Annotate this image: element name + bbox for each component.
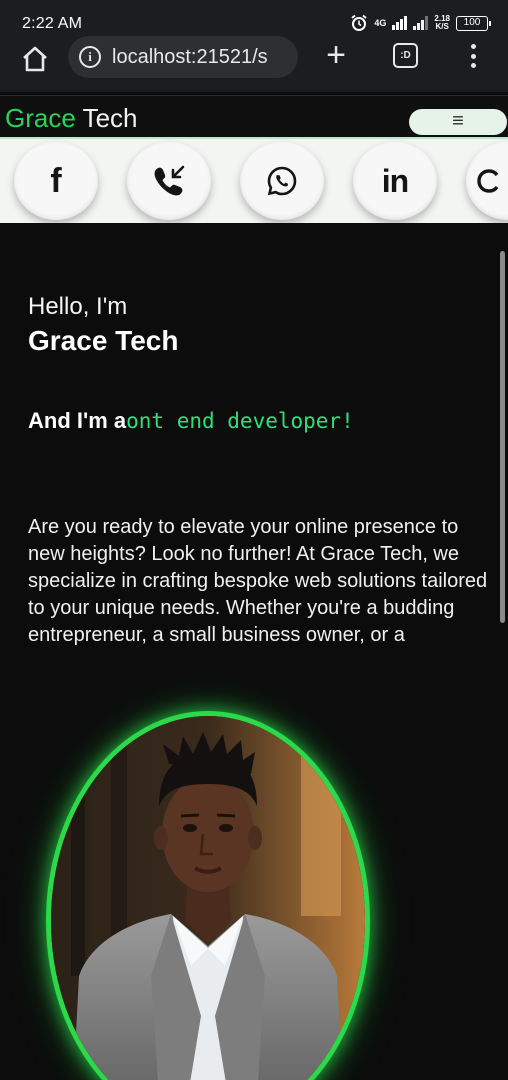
address-bar[interactable]: i localhost:21521/s [68, 36, 298, 78]
browser-toolbar: i localhost:21521/s + :D [0, 36, 508, 92]
brand-first: Grace [5, 103, 76, 133]
status-indicators: 4G 2.18 K/S 100 [350, 14, 491, 32]
network-type: 4G [374, 17, 387, 28]
phone-screen: 2:22 AM 4G 2.18 K/S 100 i localhost:21521… [0, 0, 508, 1080]
site-header: Grace Tech ≡ [0, 95, 508, 137]
facebook-link[interactable]: f [14, 142, 98, 220]
social-links: f in [0, 137, 508, 223]
github-link[interactable] [466, 142, 508, 220]
url-text[interactable]: localhost:21521/s [112, 46, 268, 69]
phone-icon [154, 165, 185, 196]
facebook-icon: f [50, 161, 62, 200]
info-icon[interactable]: i [79, 46, 101, 68]
hamburger-icon: ≡ [452, 110, 464, 132]
battery-icon: 100 [456, 15, 491, 31]
role-prefix: And I'm a [28, 408, 127, 433]
alarm-icon [350, 14, 368, 32]
github-icon [477, 169, 499, 193]
battery-level: 100 [463, 16, 481, 28]
browser-menu-button[interactable] [468, 42, 478, 70]
status-time: 2:22 AM [22, 15, 83, 32]
plus-icon: + [326, 36, 346, 74]
menu-toggle-button[interactable]: ≡ [409, 109, 507, 135]
profile-photo-illustration [51, 716, 365, 1080]
new-tab-button[interactable]: + [320, 38, 352, 74]
whatsapp-icon [267, 166, 297, 196]
status-bar: 2:22 AM 4G 2.18 K/S 100 [0, 0, 508, 36]
whatsapp-link[interactable] [240, 142, 324, 220]
page-scrollbar[interactable] [500, 251, 505, 623]
tab-switcher-button[interactable]: :D [393, 43, 418, 68]
role-typed-text: ont end developer! [126, 409, 354, 433]
hero-intro: Are you ready to elevate your online pre… [28, 516, 488, 646]
brand-second: Tech [75, 103, 138, 133]
speed-unit: K/S [435, 22, 449, 31]
hero-greeting: Hello, I'm [28, 293, 128, 320]
hero-section: Hello, I'm Grace Tech And I'm aont end d… [0, 223, 508, 1080]
site-logo[interactable]: Grace Tech [5, 103, 138, 134]
signal-strength-icon [392, 16, 408, 30]
linkedin-link[interactable]: in [353, 142, 437, 220]
hero-role: And I'm aont end developer! [28, 408, 354, 434]
phone-link[interactable] [127, 142, 211, 220]
linkedin-icon: in [381, 162, 409, 199]
signal-strength-icon-2 [413, 16, 429, 30]
network-speed: 2.18 K/S [434, 15, 450, 31]
home-icon [23, 46, 47, 72]
home-button[interactable] [18, 42, 52, 76]
hero-name: Grace Tech [28, 325, 179, 356]
